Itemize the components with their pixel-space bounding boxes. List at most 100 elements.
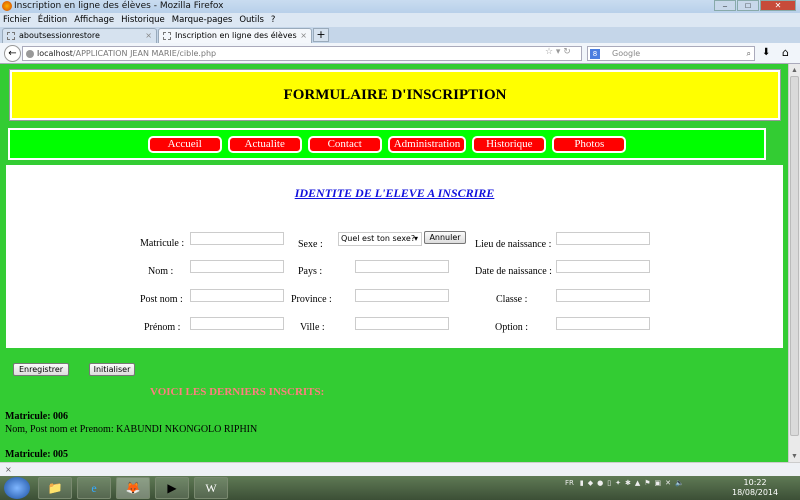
- bookmark-star-icon[interactable]: ☆ ▾ ↻: [545, 47, 571, 57]
- page-content: FORMULAIRE D'INSCRIPTION Accueil Actuali…: [0, 64, 788, 462]
- home-icon[interactable]: ⌂: [782, 46, 789, 59]
- minimize-button[interactable]: –: [714, 0, 736, 11]
- internet-explorer-icon[interactable]: e: [77, 477, 111, 499]
- form-title: IDENTITE DE L'ELEVE A INSCRIRE: [294, 186, 495, 200]
- tab-label: aboutsessionrestore: [19, 31, 100, 40]
- page-icon: [163, 32, 171, 40]
- label-nom: Nom :: [148, 266, 174, 277]
- url-host: localhost: [37, 49, 73, 58]
- tab-strip: aboutsessionrestore × Inscription en lign…: [0, 27, 800, 43]
- explorer-icon[interactable]: 📁: [38, 477, 72, 499]
- label-postnom: Post nom :: [140, 294, 183, 305]
- page-icon: [7, 32, 15, 40]
- matricule-input[interactable]: [190, 232, 284, 245]
- chevron-down-icon: ▾: [413, 234, 418, 243]
- url-path: /APPLICATION JEAN MARIE/cible.php: [72, 49, 217, 58]
- nom-input[interactable]: [190, 260, 284, 273]
- label-classe: Classe :: [496, 294, 528, 305]
- label-option: Option :: [495, 322, 529, 333]
- label-ville: Ville :: [300, 322, 325, 333]
- postnom-input[interactable]: [190, 289, 284, 302]
- sexe-select-value: Quel est ton sexe?: [341, 234, 416, 243]
- label-prenom: Prénom :: [144, 322, 181, 333]
- page-header: FORMULAIRE D'INSCRIPTION: [9, 69, 781, 121]
- nav-administration[interactable]: Administration: [387, 136, 467, 153]
- window-title-bar: Inscription en ligne des élèves - Mozill…: [0, 0, 800, 13]
- system-tray: FR ▮◆●▯✦✱▲⚑▣✕🔈: [565, 479, 688, 487]
- menu-edition[interactable]: Édition: [38, 13, 67, 27]
- label-province: Province :: [291, 294, 332, 305]
- province-input[interactable]: [355, 289, 449, 302]
- nav-contact[interactable]: Contact: [307, 136, 382, 153]
- taskbar: 📁 e 🦊 ▶ W FR ▮◆●▯✦✱▲⚑▣✕🔈 10:22 18/08/2014: [0, 476, 800, 500]
- latest-registrations-title: VOICI LES DERNIERS INSCRITS:: [150, 386, 325, 398]
- google-icon: 8: [590, 49, 600, 59]
- menu-affichage[interactable]: Affichage: [74, 13, 114, 27]
- sexe-select[interactable]: Quel est ton sexe? ▾: [338, 232, 422, 246]
- back-button[interactable]: ←: [4, 45, 21, 62]
- site-nav: Accueil Actualite Contact Administration…: [8, 128, 766, 160]
- language-indicator[interactable]: FR: [565, 479, 574, 487]
- clock[interactable]: 10:22 18/08/2014: [732, 478, 778, 498]
- entry-names: Nom, Post nom et Prenom: KABUNDI NKONGOL…: [5, 424, 258, 435]
- ville-input[interactable]: [355, 317, 449, 330]
- clock-time: 10:22: [743, 478, 767, 487]
- nav-photos[interactable]: Photos: [552, 136, 627, 153]
- nav-actualite[interactable]: Actualite: [227, 136, 302, 153]
- lieu-naissance-input[interactable]: [556, 232, 650, 245]
- scroll-up-icon[interactable]: ▲: [791, 66, 798, 74]
- registration-form: IDENTITE DE L'ELEVE A INSCRIRE Matricule…: [6, 165, 783, 348]
- label-sexe: Sexe :: [298, 239, 323, 250]
- tab-session-restore[interactable]: aboutsessionrestore ×: [2, 28, 157, 43]
- annuler-button[interactable]: Annuler: [424, 231, 466, 244]
- menu-fichier[interactable]: Fichier: [3, 13, 31, 27]
- enregistrer-button[interactable]: Enregistrer: [13, 363, 69, 376]
- entry-matricule: Matricule: 006: [5, 411, 69, 422]
- new-tab-button[interactable]: +: [313, 28, 329, 42]
- url-bar[interactable]: localhost/APPLICATION JEAN MARIE/cible.p…: [22, 46, 582, 61]
- close-tab-icon[interactable]: ×: [300, 29, 307, 43]
- status-bar: ×: [0, 462, 800, 476]
- menu-outils[interactable]: Outils: [239, 13, 264, 27]
- prenom-input[interactable]: [190, 317, 284, 330]
- label-date-naissance: Date de naissance :: [475, 266, 552, 277]
- menu-marque-pages[interactable]: Marque-pages: [172, 13, 233, 27]
- close-tab-icon[interactable]: ×: [145, 29, 152, 43]
- window-title: Inscription en ligne des élèves - Mozill…: [14, 1, 224, 11]
- vertical-scrollbar[interactable]: ▲ ▼: [788, 64, 800, 462]
- search-placeholder: Google: [612, 49, 641, 58]
- menu-historique[interactable]: Historique: [121, 13, 165, 27]
- menu-help[interactable]: ?: [271, 13, 276, 27]
- word-icon[interactable]: W: [194, 477, 228, 499]
- initialiser-button[interactable]: Initialiser: [89, 363, 135, 376]
- close-addon-bar-icon[interactable]: ×: [5, 465, 12, 474]
- date-naissance-input[interactable]: [556, 260, 650, 273]
- label-lieu-naissance: Lieu de naissance :: [475, 239, 552, 250]
- search-input[interactable]: 8 Google ⌕: [587, 46, 755, 61]
- classe-input[interactable]: [556, 289, 650, 302]
- scrollbar-thumb[interactable]: [790, 76, 799, 436]
- scroll-down-icon[interactable]: ▼: [791, 452, 798, 460]
- navigation-bar: ← localhost/APPLICATION JEAN MARIE/cible…: [0, 43, 800, 64]
- start-button[interactable]: [4, 477, 30, 499]
- firefox-icon: [2, 1, 12, 11]
- menu-bar: Fichier Édition Affichage Historique Mar…: [0, 13, 800, 27]
- nav-historique[interactable]: Historique: [472, 136, 547, 153]
- window-controls: – □ ✕: [714, 0, 796, 11]
- option-input[interactable]: [556, 317, 650, 330]
- firefox-taskbar-icon[interactable]: 🦊: [116, 477, 150, 499]
- entry-matricule: Matricule: 005: [5, 449, 69, 460]
- clock-date: 18/08/2014: [732, 488, 779, 497]
- maximize-button[interactable]: □: [737, 0, 759, 11]
- label-pays: Pays :: [298, 266, 323, 277]
- tab-inscription[interactable]: Inscription en ligne des élèves ×: [158, 28, 312, 43]
- tab-label: Inscription en ligne des élèves: [175, 31, 297, 40]
- close-button[interactable]: ✕: [760, 0, 796, 11]
- download-icon[interactable]: ⬇: [762, 47, 770, 58]
- nav-accueil[interactable]: Accueil: [147, 136, 222, 153]
- search-icon[interactable]: ⌕: [747, 47, 751, 60]
- media-player-icon[interactable]: ▶: [155, 477, 189, 499]
- tray-icons[interactable]: ▮◆●▯✦✱▲⚑▣✕🔈: [580, 479, 688, 487]
- label-matricule: Matricule :: [140, 238, 185, 249]
- pays-input[interactable]: [355, 260, 449, 273]
